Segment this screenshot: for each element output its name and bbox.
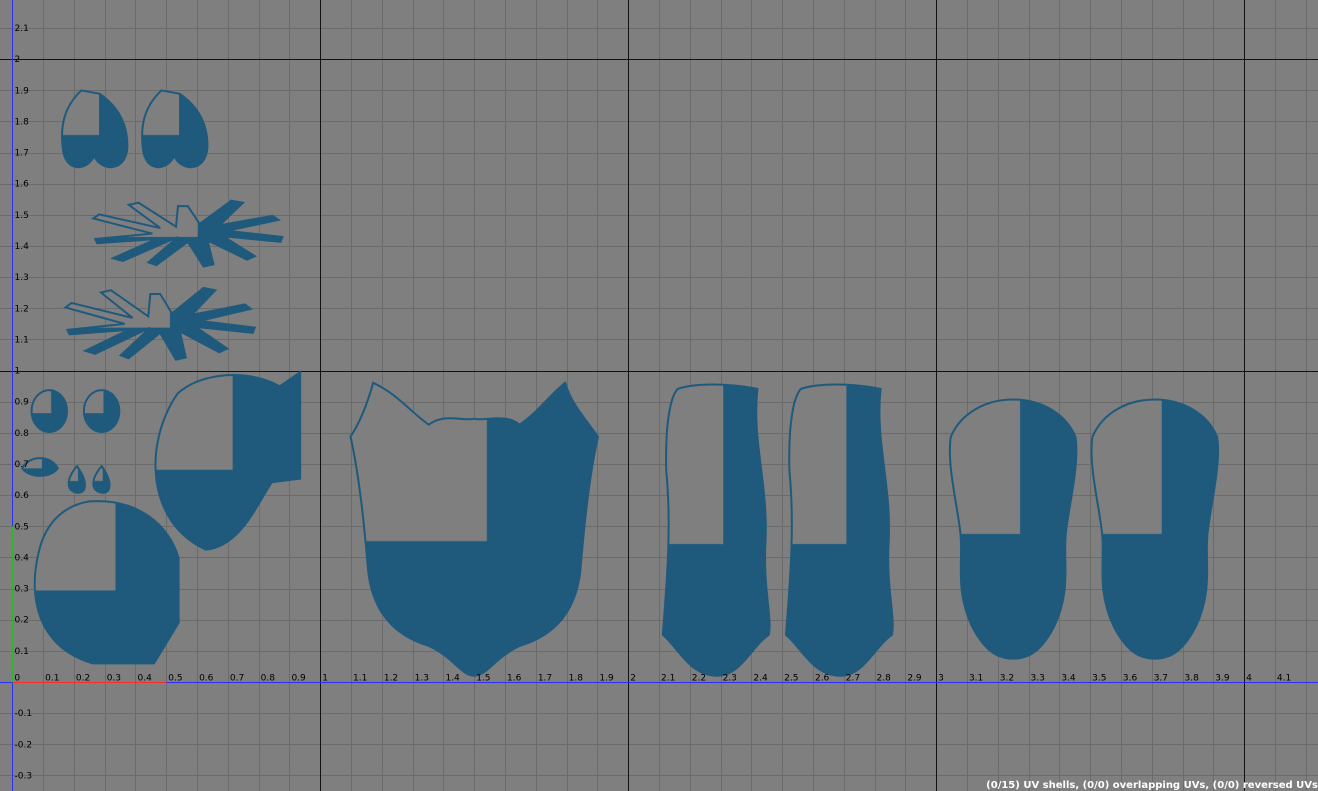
u-tick-label: 0.3 — [107, 674, 121, 684]
u-tick-label: 2.8 — [877, 674, 892, 684]
v-tick-label: 2.1 — [15, 24, 29, 34]
uv-shell-ear-left[interactable] — [62, 90, 127, 167]
u-tick-label: 0.7 — [230, 674, 244, 684]
v-tick-label: -0.1 — [15, 709, 33, 719]
uv-shell-hand-upper[interactable] — [93, 201, 282, 267]
uv-shell-torso[interactable] — [351, 383, 598, 676]
u-tick-label: 3.4 — [1061, 674, 1076, 684]
uv-shell-eyelid-c[interactable] — [93, 466, 109, 493]
v-tick-label: 0.1 — [15, 647, 29, 657]
uv-shell-eyelid-b[interactable] — [69, 466, 85, 493]
u-tick-label: 0.5 — [168, 674, 182, 684]
uv-canvas[interactable]: 0 0.1 0.2 0.3 0.4 0.5 0.6 0.7 0.8 0.9 1 1.1 1.2 1.3 1.… — [0, 0, 1318, 791]
u-tick-label: 0 — [14, 674, 20, 684]
u-tick-label: 1.2 — [384, 674, 398, 684]
u-tick-label: 0.9 — [291, 674, 306, 684]
u-tick-label: 3.5 — [1092, 674, 1106, 684]
u-tick-label: 0.8 — [261, 674, 276, 684]
uv-editor-viewport[interactable]: 0 0.1 0.2 0.3 0.4 0.5 0.6 0.7 0.8 0.9 1 1.1 1.2 1.3 1.… — [0, 0, 1318, 791]
uv-shell-hand-lower[interactable] — [66, 288, 255, 360]
u-tick-label: 0.4 — [137, 674, 152, 684]
v-tick-label: -0.2 — [15, 740, 33, 750]
u-tick-label: 2.4 — [753, 674, 768, 684]
u-tick-label: 1.4 — [445, 674, 460, 684]
u-tick-label: 2.6 — [815, 674, 830, 684]
u-tick-label: 3.3 — [1031, 674, 1045, 684]
uv-status-text: (0/15) UV shells, (0/0) overlapping UVs,… — [986, 780, 1318, 791]
u-tick-label: 1.1 — [353, 674, 367, 684]
uv-shell-arm-left[interactable] — [950, 400, 1077, 659]
u-tick-label: 2.3 — [723, 674, 737, 684]
uv-shell-head-upper[interactable] — [155, 372, 300, 550]
u-tick-label: 4 — [1246, 674, 1252, 684]
u-tick-label: 4.1 — [1277, 674, 1291, 684]
v-tick-label: 1 — [15, 367, 21, 377]
u-tick-label: 2.7 — [846, 674, 860, 684]
v-tick-label: 1.3 — [15, 273, 29, 283]
u-tick-label: 2 — [630, 674, 636, 684]
u-tick-label: 3.9 — [1215, 674, 1230, 684]
u-tick-label: 3.2 — [1000, 674, 1014, 684]
uv-shells[interactable] — [22, 90, 1218, 675]
u-tick-label: 0.1 — [45, 674, 59, 684]
v-tick-label: 1.8 — [15, 117, 30, 127]
v-tick-label: 1.9 — [15, 86, 30, 96]
v-tick-label: 2 — [15, 55, 21, 65]
v-tick-label: -0.3 — [15, 771, 33, 781]
v-tick-label: 1.2 — [15, 304, 29, 314]
v-tick-label: 0.3 — [15, 585, 29, 595]
u-tick-label: 1.5 — [476, 674, 490, 684]
u-tick-label: 2.5 — [784, 674, 798, 684]
u-tick-label: 0.6 — [199, 674, 214, 684]
u-tick-label: 3.1 — [969, 674, 983, 684]
u-tick-label: 3.8 — [1185, 674, 1200, 684]
v-tick-label: 0.2 — [15, 616, 29, 626]
u-tick-label: 2.2 — [692, 674, 706, 684]
v-tick-label: 0.5 — [15, 522, 29, 532]
u-tick-label: 1.8 — [569, 674, 584, 684]
u-tick-label: 1.9 — [599, 674, 614, 684]
v-tick-label: 0.8 — [15, 429, 30, 439]
v-tick-label: 1.1 — [15, 335, 29, 345]
uv-shell-leg-right[interactable] — [786, 385, 893, 676]
u-tick-label: 3.7 — [1154, 674, 1168, 684]
v-tick-label: 1.6 — [15, 180, 30, 190]
v-tick-label: 1.4 — [15, 242, 30, 252]
v-tick-label: 1.7 — [15, 149, 29, 159]
u-tick-label: 1.6 — [507, 674, 522, 684]
u-tick-label: 2.1 — [661, 674, 675, 684]
v-tick-label: 0.6 — [15, 491, 30, 501]
u-tick-label: 3 — [938, 674, 944, 684]
uv-shell-arm-right[interactable] — [1092, 400, 1219, 659]
uv-shell-leg-left[interactable] — [663, 385, 770, 676]
u-tick-label: 2.9 — [907, 674, 922, 684]
u-tick-label: 1.3 — [415, 674, 429, 684]
v-tick-label: 0.7 — [15, 460, 29, 470]
u-tick-label: 1 — [322, 674, 328, 684]
uv-shell-head-lower[interactable] — [35, 501, 179, 663]
uv-shell-eye-b[interactable] — [84, 390, 119, 432]
v-tick-label: 1.5 — [15, 211, 29, 221]
v-tick-label: 0.9 — [15, 398, 30, 408]
u-tick-label: 3.6 — [1123, 674, 1138, 684]
v-tick-label: 0.4 — [15, 553, 30, 563]
uv-shell-eye-a[interactable] — [32, 390, 67, 432]
u-tick-label: 0.2 — [76, 674, 90, 684]
u-tick-label: 1.7 — [538, 674, 552, 684]
